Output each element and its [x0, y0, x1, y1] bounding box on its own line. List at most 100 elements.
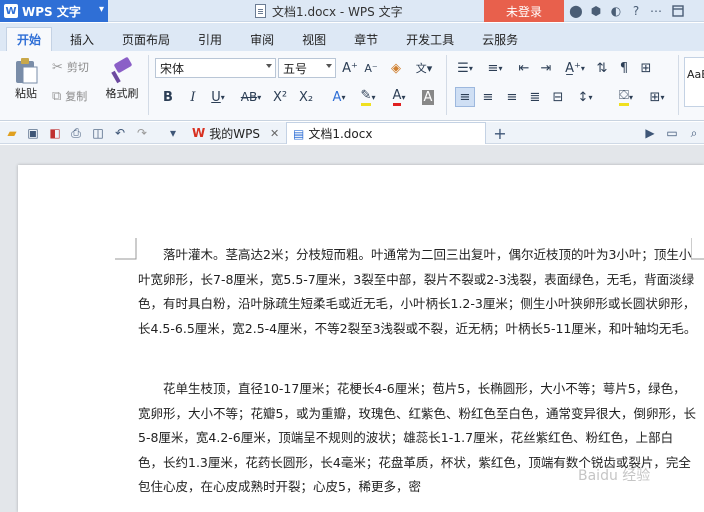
- tab-review[interactable]: 审阅: [240, 27, 284, 51]
- grow-font-button[interactable]: A⁺: [340, 58, 360, 78]
- tab-page-layout[interactable]: 页面布局: [112, 27, 180, 51]
- tab-references[interactable]: 引用: [188, 27, 232, 51]
- more-icon[interactable]: ⋯: [646, 1, 666, 21]
- clear-format-button[interactable]: ◈: [386, 58, 406, 78]
- dropdown-arrow-icon: [266, 64, 272, 68]
- tab-document-label: 文档1.docx: [308, 127, 373, 141]
- paste-button[interactable]: 粘贴: [6, 57, 46, 101]
- print-icon[interactable]: ⎙: [68, 125, 84, 141]
- tab-developer[interactable]: 开发工具: [396, 27, 464, 51]
- paint-bucket-icon: ⛋: [619, 88, 629, 106]
- ribbon-tabs: 开始 插入 页面布局 引用 审阅 视图 章节 开发工具 云服务: [0, 23, 704, 51]
- login-button[interactable]: 未登录: [484, 0, 564, 22]
- close-icon[interactable]: ✕: [270, 127, 279, 140]
- paragraph-1[interactable]: 落叶灌木。茎高达2米；分枝短而粗。叶通常为二回三出复叶，偶尔近枝顶的叶为3小叶；…: [138, 243, 698, 341]
- italic-button[interactable]: I: [183, 87, 203, 107]
- sort-button[interactable]: ⇅: [592, 58, 612, 78]
- tab-document[interactable]: ▤ 文档1.docx: [286, 122, 486, 144]
- style-preview[interactable]: AaB: [684, 57, 704, 107]
- underline-icon: U: [211, 89, 221, 105]
- divider: [148, 55, 149, 115]
- open-folder-icon[interactable]: ▰: [4, 125, 20, 141]
- decrease-indent-button[interactable]: ⇤: [514, 58, 534, 78]
- align-center-button[interactable]: ≡: [478, 87, 498, 107]
- fill-color-button[interactable]: ⛋ ▾: [612, 87, 640, 107]
- scissors-icon: ✂: [52, 59, 63, 75]
- superscript-icon: X²: [272, 89, 288, 105]
- line-spacing-button[interactable]: ↕ ▾: [572, 87, 598, 107]
- redo-icon[interactable]: ↷: [134, 125, 150, 141]
- align-left-button[interactable]: ≡: [455, 87, 475, 107]
- tab-view[interactable]: 视图: [292, 27, 336, 51]
- borders-button[interactable]: ⊞ ▾: [644, 87, 670, 107]
- tab-cloud[interactable]: 云服务: [472, 27, 528, 51]
- restore-window-button[interactable]: [666, 0, 690, 22]
- dropdown-arrow-icon: [326, 64, 332, 68]
- text-effect-button[interactable]: A ▾: [326, 87, 352, 107]
- tab-start[interactable]: 开始: [6, 27, 53, 51]
- tab-my-wps[interactable]: W 我的WPS ✕: [186, 122, 285, 144]
- shrink-font-button[interactable]: A⁻: [361, 58, 381, 78]
- style-preview-text: AaB: [687, 68, 704, 81]
- distribute-button[interactable]: ⊟: [548, 87, 568, 107]
- align-left-icon: ≡: [459, 89, 471, 105]
- strikethrough-button[interactable]: AB ▾: [236, 87, 266, 107]
- table-button[interactable]: ⊞: [636, 58, 656, 78]
- text-direction-icon: A̲⁺: [565, 60, 581, 76]
- highlight-button[interactable]: ✎ ▾: [354, 87, 382, 107]
- character-shading-button[interactable]: A: [418, 87, 438, 107]
- justify-button[interactable]: ≣: [525, 87, 545, 107]
- new-tab-icon[interactable]: +: [492, 124, 508, 143]
- help-icon[interactable]: ?: [626, 1, 646, 21]
- watermark: Baidu 经验: [578, 468, 651, 484]
- superscript-button[interactable]: X²: [270, 87, 290, 107]
- pinyin-button[interactable]: 文▾: [410, 58, 438, 78]
- pinyin-icon: 文▾: [415, 62, 433, 75]
- align-center-icon: ≡: [482, 89, 494, 105]
- customize-dropdown-icon[interactable]: ▾: [165, 125, 181, 141]
- document-icon: ▤: [293, 126, 305, 141]
- print-preview-icon[interactable]: ◫: [90, 125, 106, 141]
- screen-icon[interactable]: ▶: [642, 125, 658, 141]
- save-icon[interactable]: ▣: [25, 125, 41, 141]
- app-menu-button[interactable]: W WPS 文字 ▾: [0, 0, 108, 22]
- font-name-select[interactable]: 宋体: [155, 58, 276, 78]
- feedback-icon[interactable]: ◐: [606, 1, 626, 21]
- search-icon[interactable]: ⌕: [686, 125, 702, 141]
- bullet-list-button[interactable]: ☰ ▾: [452, 58, 478, 78]
- font-color-button[interactable]: A ▾: [386, 87, 412, 107]
- increase-indent-button[interactable]: ⇥: [536, 58, 556, 78]
- document-page[interactable]: 落叶灌木。茎高达2米；分枝短而粗。叶通常为二回三出复叶，偶尔近枝顶的叶为3小叶；…: [18, 165, 704, 512]
- bold-icon: B: [163, 89, 173, 105]
- show-marks-button[interactable]: ¶: [614, 58, 634, 78]
- tab-section[interactable]: 章节: [344, 27, 388, 51]
- text-direction-button[interactable]: A̲⁺ ▾: [562, 58, 588, 78]
- cut-button[interactable]: ✂ 剪切: [52, 59, 89, 75]
- minimize-doc-icon[interactable]: ▭: [664, 125, 680, 141]
- subscript-button[interactable]: X₂: [296, 87, 316, 107]
- bullet-list-icon: ☰: [457, 60, 469, 76]
- numbered-list-icon: ≡: [487, 60, 499, 76]
- bold-button[interactable]: B: [158, 87, 178, 107]
- copy-button[interactable]: ⧉ 复制: [52, 88, 87, 104]
- shrink-font-icon: A⁻: [364, 61, 378, 75]
- settings-icon[interactable]: ⬢: [586, 1, 606, 21]
- skin-icon[interactable]: ⬤: [566, 1, 586, 21]
- undo-icon[interactable]: ↶: [112, 125, 128, 141]
- justify-icon: ≣: [529, 89, 541, 105]
- app-name: WPS 文字: [22, 4, 81, 19]
- format-painter-icon: [111, 57, 132, 84]
- document-area: 落叶灌木。茎高达2米；分枝短而粗。叶通常为二回三出复叶，偶尔近枝顶的叶为3小叶；…: [0, 145, 704, 512]
- font-size-select[interactable]: 五号: [278, 58, 336, 78]
- format-painter-button[interactable]: 格式刷: [102, 57, 142, 101]
- numbered-list-button[interactable]: ≡ ▾: [482, 58, 508, 78]
- align-right-icon: ≡: [506, 89, 518, 105]
- export-pdf-icon[interactable]: ◧: [47, 125, 63, 141]
- strikethrough-icon: AB: [240, 90, 258, 104]
- underline-button[interactable]: U ▾: [206, 87, 230, 107]
- tab-insert[interactable]: 插入: [60, 27, 104, 51]
- align-right-button[interactable]: ≡: [502, 87, 522, 107]
- font-color-icon: A: [392, 88, 402, 106]
- increase-indent-icon: ⇥: [540, 60, 552, 76]
- paste-label: 粘贴: [15, 87, 37, 100]
